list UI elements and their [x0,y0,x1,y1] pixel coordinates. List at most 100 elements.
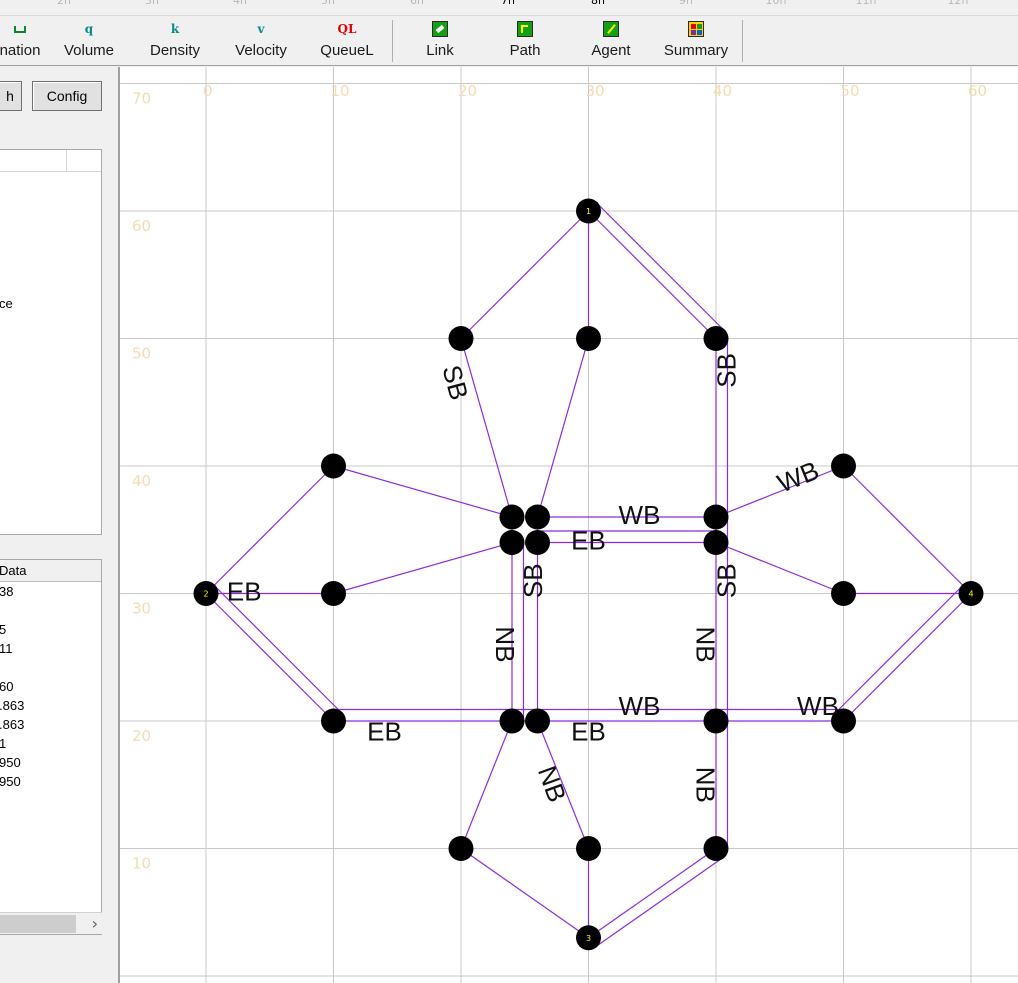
toolbar-summary-button[interactable]: Summary [656,16,736,64]
toolbar-velocity-button[interactable]: v Velocity [226,16,296,64]
toolbar-density-button[interactable]: k Density [140,16,210,64]
direction-label: SB [518,563,548,598]
toolbar-label: Link [426,42,454,59]
zone-label: 4 [969,590,974,599]
grid-label-x: 0 [203,82,213,100]
list-item[interactable]: ce [0,296,13,311]
node [499,530,525,555]
direction-label: NB [490,626,520,662]
object-list[interactable]: ce [0,149,102,535]
grid-label-y: 60 [132,217,151,235]
data-row[interactable]: 60 [0,679,13,694]
grid-label-y: 50 [132,345,151,363]
node [831,581,856,606]
direction-label: SB [712,353,742,388]
link-icon [404,16,476,42]
list-column-header[interactable] [0,150,67,172]
link-line [843,465,972,594]
node [576,326,601,351]
direction-label: EB [571,717,606,747]
data-row[interactable]: 38 [0,584,13,599]
toolbar-label: nation [0,42,41,59]
summary-icon [656,16,736,42]
node [525,504,550,530]
left-panel: h Config ce Data 38 5 11 60.863.863 1 950 950 … [0,67,118,983]
link-line [333,465,513,518]
toolbar-label: Summary [663,42,729,59]
grid-label-x: 50 [841,82,860,100]
zone-label: 3 [586,934,591,943]
node [499,708,525,734]
node [321,453,346,479]
node [831,453,856,479]
data-row[interactable]: .863 [0,698,24,713]
direction-label: NB [690,767,720,803]
scrollbar-thumb[interactable] [0,915,76,933]
node [499,504,525,530]
node [448,326,474,351]
toolbar-volume-button[interactable]: q Volume [56,16,122,64]
link-line [333,541,513,595]
toolbar-separator [392,20,393,62]
density-icon: k [170,22,180,36]
node [321,581,346,606]
path-icon [490,16,560,42]
direction-label: WB [797,691,839,721]
queue-icon: QL [337,22,357,36]
grid-label-x: 40 [713,82,732,100]
grid-label-x: 10 [331,82,350,100]
network-map[interactable]: 01020304050607060504030201001234SBSBWBWB… [120,67,1018,983]
data-row[interactable]: 950 [0,774,21,789]
ruler-mark: 8h [591,0,605,7]
grid-label-x: 20 [458,82,477,100]
list-column-header[interactable] [67,150,101,172]
toolbar-path-button[interactable]: Path [490,16,560,64]
direction-label: SB [436,362,474,403]
toolbar-animation-button[interactable]: nation [0,16,44,64]
toolbar-agent-button[interactable]: Agent [576,16,646,64]
toolbar-label: Velocity [235,42,287,59]
toolbar-label: Path [509,42,541,59]
direction-label: NB [532,762,573,806]
node [525,530,550,555]
link-line [594,857,723,948]
direction-label: EB [571,525,606,555]
data-row[interactable]: 5 [0,622,6,637]
link-line [596,202,725,331]
link-line [536,338,590,518]
scroll-right-arrow-icon[interactable]: › [92,913,98,935]
toolbar-separator [742,20,743,62]
data-row[interactable]: 950 [0,755,21,770]
direction-label: EB [367,717,402,747]
ruler-mark: 5h [321,0,335,7]
direction-label: WB [619,691,661,721]
data-row[interactable]: 11 [0,641,13,656]
grid-label-y: 40 [132,472,151,490]
search-button[interactable]: h [0,81,22,111]
ruler-mark: 6h [410,0,424,7]
velocity-icon: v [257,22,265,36]
toolbar-queuel-button[interactable]: QL QueueL [310,16,384,64]
ruler-mark: 11h [855,0,877,7]
link-line [460,210,589,339]
node [703,504,729,530]
node [576,836,601,861]
ruler-mark: 7h [501,0,515,7]
horizontal-scrollbar[interactable]: › [0,912,102,934]
node [703,708,729,734]
data-grid[interactable]: Data 38 5 11 60 .863 .863 1 950 950 [0,559,102,935]
data-row[interactable]: .863 [0,717,24,732]
config-button[interactable]: Config [32,81,102,111]
time-ruler: 2h 3h 4h 5h 6h 7h 8h 9h 10h 11h 12h [0,0,1018,16]
data-row[interactable]: 1 [0,736,6,751]
toolbar-link-button[interactable]: Link [404,16,476,64]
data-column-header[interactable]: Data [0,560,101,582]
grid-label-x: 60 [968,82,987,100]
node [525,708,550,734]
panel-splitter[interactable] [102,67,118,983]
direction-label: SB [712,563,742,598]
ruler-mark: 3h [145,0,159,7]
toolbar-label: Density [149,42,201,59]
toolbar: nation q Volume k Density v Velocity QL QueueL Li… [0,16,1018,66]
network-canvas[interactable]: 01020304050607060504030201001234SBSBWBWB… [118,67,1018,983]
